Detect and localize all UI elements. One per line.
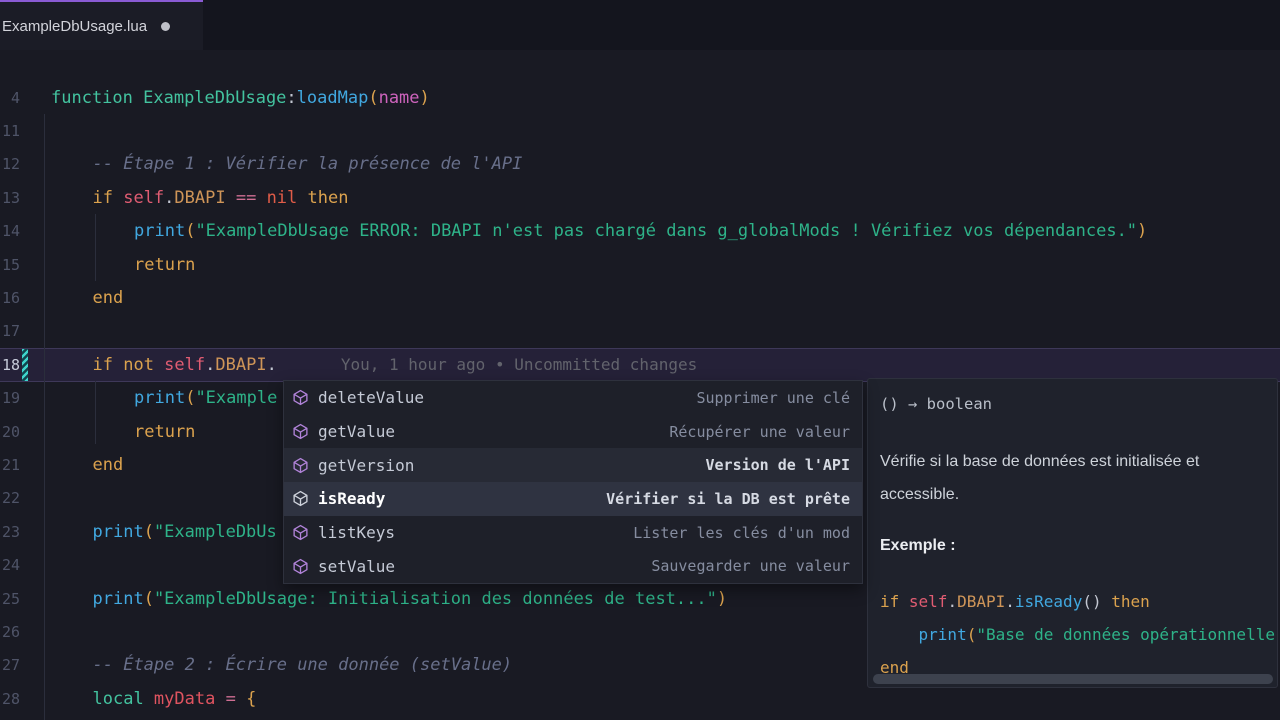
suggestion-docs-panel: () → boolean Vérifie si la base de donné… [867, 378, 1278, 688]
suggestion-item-getValue[interactable]: getValue Récupérer une valeur [284, 415, 862, 449]
suggestion-detail: Sauvegarder une valeur [651, 557, 850, 576]
modified-line-gutter-indicator [22, 348, 28, 381]
line-number[interactable]: 16 [0, 289, 20, 307]
line-number[interactable]: 26 [0, 623, 20, 641]
code-line-4[interactable]: 4 function ExampleDbUsage:loadMap(name) [0, 81, 1280, 115]
line-number[interactable]: 12 [0, 155, 20, 173]
suggestion-item-deleteValue[interactable]: deleteValue Supprimer une clé [284, 381, 862, 415]
code-text: return [134, 421, 196, 442]
line-number[interactable]: 25 [0, 590, 20, 608]
method-cube-icon [292, 558, 309, 575]
suggestion-item-isReady[interactable]: isReady Vérifier si la DB est prête [284, 482, 862, 516]
code-line-17[interactable]: 17 [0, 314, 1280, 348]
suggestion-detail: Récupérer une valeur [669, 422, 850, 441]
suggestion-item-setValue[interactable]: setValue Sauvegarder une valeur [284, 549, 862, 583]
example-heading: Exemple : [880, 537, 956, 554]
method-cube-icon [292, 389, 309, 406]
code-line-14[interactable]: 14 print("ExampleDbUsage ERROR: DBAPI n'e… [0, 214, 1280, 248]
method-cube-icon [292, 490, 309, 507]
code-text: if not self.DBAPI. [92, 354, 277, 375]
example-code-block: if self.DBAPI.isReady() then print("Base… [880, 592, 1275, 677]
suggestion-label: listKeys [318, 523, 396, 543]
tab-bar: ExampleDbUsage.lua [0, 0, 1280, 50]
method-cube-icon [292, 457, 309, 474]
code-text: if self.DBAPI == nil then [92, 187, 349, 208]
code-text: print("ExampleDbUsage: Initialisation de… [92, 588, 728, 609]
suggestion-detail: Supprimer une clé [696, 388, 850, 407]
line-number[interactable]: 23 [0, 523, 20, 541]
code-text: function ExampleDbUsage:loadMap(name) [51, 87, 430, 108]
line-number[interactable]: 11 [0, 122, 20, 140]
code-line-16[interactable]: 16 end [0, 281, 1280, 315]
code-line-12[interactable]: 12 -- Étape 1 : Vérifier la présence de l… [0, 147, 1280, 181]
suggestion-label: isReady [318, 489, 386, 509]
description-text: Vérifie si la base de données est initia… [880, 453, 1200, 503]
suggestion-detail: Lister les clés d'un mod [633, 523, 850, 542]
suggestion-label: deleteValue [318, 388, 424, 408]
line-number[interactable]: 17 [0, 322, 20, 340]
indent-guide [95, 381, 96, 444]
tab-exampledbusage-lua[interactable]: ExampleDbUsage.lua [0, 0, 203, 50]
code-line-13[interactable]: 13 if self.DBAPI == nil then [0, 181, 1280, 215]
line-number[interactable]: 14 [0, 222, 20, 240]
code-line-18[interactable]: 18 if not self.DBAPI. You, 1 hour ago • Un… [0, 347, 1280, 382]
method-cube-icon [292, 423, 309, 440]
line-number[interactable]: 4 [0, 89, 20, 107]
code-text: end [92, 288, 124, 308]
line-number[interactable]: 20 [0, 423, 20, 441]
method-cube-icon [292, 524, 309, 541]
unsaved-changes-dot-icon[interactable] [161, 21, 171, 31]
code-text: print("Example [134, 388, 278, 409]
line-number[interactable]: 27 [0, 656, 20, 674]
line-number[interactable]: 28 [0, 690, 20, 708]
line-number[interactable]: 22 [0, 489, 20, 507]
indent-guide [95, 214, 96, 281]
line-number[interactable]: 13 [0, 189, 20, 207]
code-line-15[interactable]: 15 return [0, 248, 1280, 282]
line-number[interactable]: 24 [0, 556, 20, 574]
code-text: return [134, 254, 196, 275]
code-text: local myData = { [92, 688, 257, 709]
suggestion-item-listKeys[interactable]: listKeys Lister les clés d'un mod [284, 516, 862, 550]
suggestion-label: getVersion [318, 455, 415, 475]
horizontal-scrollbar[interactable] [873, 674, 1273, 684]
git-blame-annotation: You, 1 hour ago • Uncommitted changes [340, 355, 698, 375]
indent-guide [44, 114, 45, 720]
line-number[interactable]: 18 [0, 356, 20, 374]
tab-title: ExampleDbUsage.lua [2, 17, 148, 35]
signature-text: () → boolean [880, 395, 992, 413]
suggestion-detail: Version de l'API [705, 456, 851, 475]
suggestion-label: getValue [318, 422, 396, 441]
code-text: -- Étape 1 : Vérifier la présence de l'A… [92, 154, 523, 175]
autocomplete-popup: deleteValue Supprimer une clé getValue Récu… [283, 380, 863, 584]
suggestion-item-getVersion[interactable]: getVersion Version de l'API [284, 448, 862, 483]
code-text: -- Étape 2 : Écrire une donnée (setValue… [92, 655, 513, 676]
suggestion-detail: Vérifier si la DB est prête [606, 489, 850, 508]
suggestion-label: setValue [318, 556, 396, 576]
code-text: end [92, 455, 124, 475]
line-number[interactable]: 15 [0, 256, 20, 274]
code-text: print("ExampleDbUsage ERROR: DBAPI n'est… [134, 221, 1148, 242]
line-number[interactable]: 21 [0, 456, 20, 474]
code-text: print("ExampleDbUs [92, 521, 277, 542]
code-line-11[interactable]: 11 [0, 114, 1280, 148]
line-number[interactable]: 19 [0, 389, 20, 407]
